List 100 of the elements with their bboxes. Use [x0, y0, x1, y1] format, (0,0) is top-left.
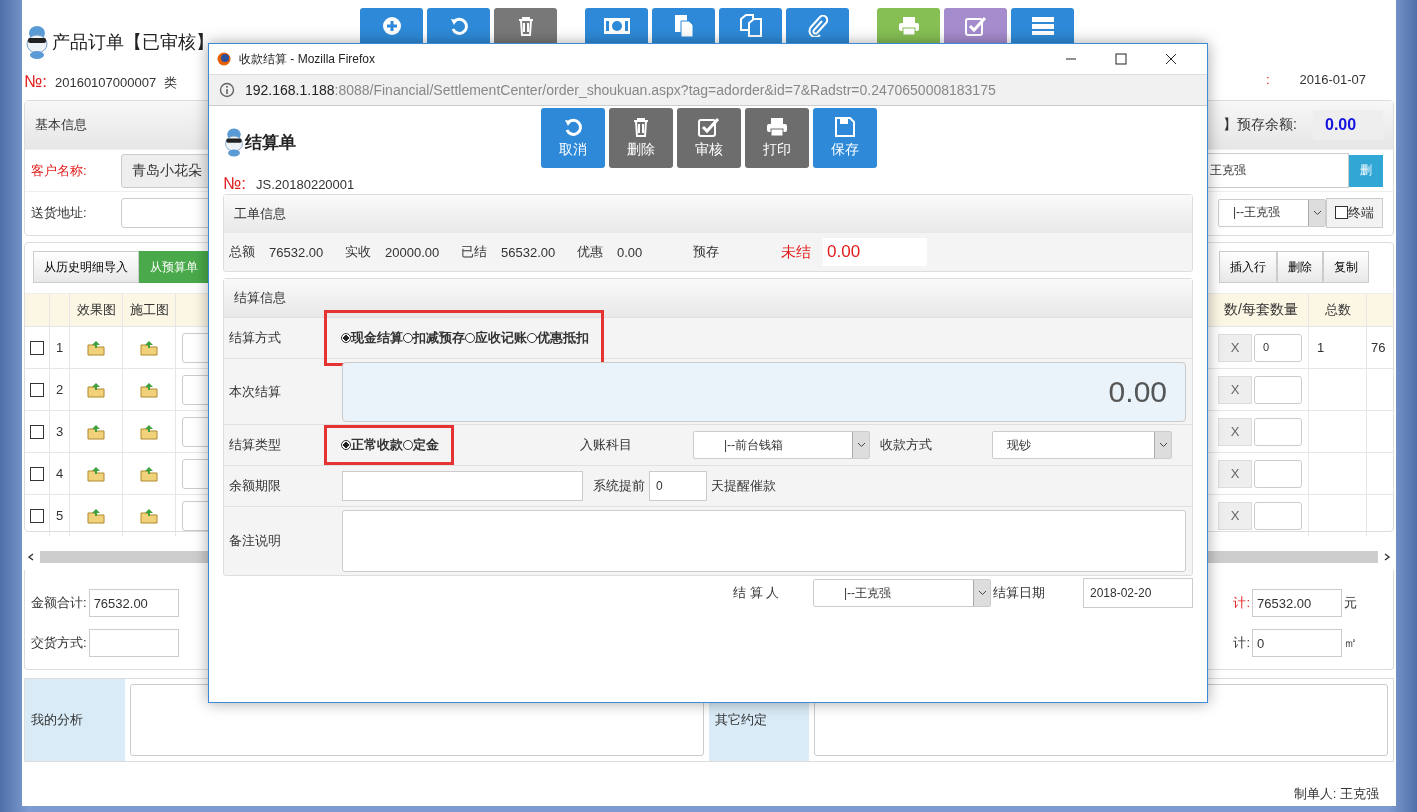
- analysis-label: 我的分析: [25, 679, 125, 761]
- add-button[interactable]: [360, 8, 423, 44]
- settler-select[interactable]: |--王克强: [813, 579, 991, 607]
- copy-button[interactable]: [719, 8, 782, 44]
- method-radio[interactable]: 扣减预存: [403, 329, 465, 347]
- unsettled-value: 0.00: [823, 238, 927, 266]
- quantity-input[interactable]: [1254, 375, 1302, 404]
- print-button[interactable]: 打印: [745, 108, 809, 168]
- method-radio[interactable]: 现金结算: [341, 329, 403, 347]
- upload-folder-icon[interactable]: [87, 339, 105, 356]
- date-label: :: [1265, 72, 1270, 87]
- table-action-button[interactable]: 插入行: [1219, 251, 1277, 283]
- quantity-input[interactable]: [1254, 417, 1302, 446]
- salesman-select[interactable]: |--王克强: [1218, 198, 1326, 227]
- table-action-button[interactable]: 删除: [1277, 251, 1323, 283]
- total-cell: 1: [1317, 340, 1325, 355]
- account-select[interactable]: |--前台钱箱: [693, 431, 870, 459]
- row-checkbox[interactable]: [30, 424, 44, 439]
- column-header: 数/每套数量: [1224, 301, 1298, 319]
- attach-button[interactable]: [786, 8, 849, 44]
- upload-folder-icon[interactable]: [87, 423, 105, 440]
- upload-folder-icon[interactable]: [140, 339, 158, 356]
- term-field[interactable]: [342, 471, 583, 501]
- order-date: 2016-01-07: [1299, 72, 1366, 87]
- type-radio[interactable]: 定金: [403, 436, 439, 454]
- trash-button[interactable]: 删除: [609, 108, 673, 168]
- clear-button[interactable]: X: [1218, 375, 1252, 404]
- printer-icon: [766, 117, 788, 137]
- summary-value: 20000.00: [385, 244, 441, 260]
- amount-label: 本次结算: [228, 382, 282, 401]
- payment-select[interactable]: 现钞: [992, 431, 1172, 459]
- browser-icon: [217, 52, 231, 66]
- printer-icon: [897, 16, 920, 36]
- chevron-down-icon: [1158, 442, 1168, 448]
- remind-suffix: 天提醒催款: [711, 477, 776, 495]
- amount-field[interactable]: 76532.00: [88, 589, 179, 617]
- window-title: 收款结算 - Mozilla Firefox: [239, 50, 376, 68]
- upload-folder-icon[interactable]: [87, 507, 105, 524]
- deposit-label: 】预存余额:: [1223, 116, 1297, 134]
- save-icon: [835, 117, 855, 137]
- column-header: 总数: [1309, 294, 1367, 326]
- settler-label: 结 算 人: [733, 584, 781, 602]
- total-field[interactable]: 76532.00: [1252, 589, 1342, 617]
- panel-title: 基本信息: [35, 116, 87, 134]
- chevron-down-icon: [977, 590, 987, 596]
- column-header: 施工图: [123, 294, 176, 326]
- approve-button[interactable]: [944, 8, 1007, 44]
- quantity-input[interactable]: [1254, 459, 1302, 488]
- mascot-icon: [24, 24, 50, 60]
- unsettled-label: 未结: [781, 242, 811, 262]
- delivery-field[interactable]: [88, 629, 179, 657]
- table-action-button[interactable]: 复制: [1323, 251, 1369, 283]
- account-label: 入账科目: [580, 436, 633, 454]
- row-number: 3: [56, 424, 64, 439]
- import-button[interactable]: 从历史明细导入: [33, 251, 139, 283]
- save-button[interactable]: 保存: [813, 108, 877, 168]
- maximize-icon[interactable]: [1115, 53, 1127, 65]
- undo-button[interactable]: [427, 8, 490, 44]
- amount-field[interactable]: 0.00: [342, 361, 1186, 422]
- type-radio[interactable]: 正常收款: [341, 436, 403, 454]
- trash-icon: [516, 16, 535, 36]
- scroll-left-icon[interactable]: [28, 553, 34, 561]
- clear-button[interactable]: X: [1218, 333, 1252, 362]
- money-button[interactable]: [585, 8, 648, 44]
- row-checkbox[interactable]: [30, 382, 44, 397]
- settle-date-field[interactable]: 2018-02-20: [1083, 578, 1193, 608]
- close-icon[interactable]: [1165, 53, 1177, 65]
- upload-folder-icon[interactable]: [140, 423, 158, 440]
- row-checkbox[interactable]: [30, 508, 44, 523]
- address-bar[interactable]: 192.168.1.188:8088/Financial/SettlementCenter/order_shoukuan.aspx?tag=adorder&id=7&Radstr=0.2470650008183175: [209, 74, 1207, 106]
- row-number: 5: [56, 508, 64, 523]
- row-checkbox[interactable]: [30, 340, 44, 355]
- number-label: №:: [24, 72, 47, 92]
- remind-days-field[interactable]: 0: [649, 471, 707, 501]
- upload-folder-icon[interactable]: [140, 507, 158, 524]
- document-button[interactable]: [652, 8, 715, 44]
- trash-button[interactable]: [494, 8, 557, 44]
- customer-label: 客户名称:: [30, 161, 88, 180]
- clear-button[interactable]: X: [1218, 417, 1252, 446]
- list-button[interactable]: [1011, 8, 1074, 44]
- scroll-right-icon[interactable]: [1384, 553, 1390, 561]
- clear-button[interactable]: X: [1218, 459, 1252, 488]
- terminal-checkbox[interactable]: 终端: [1326, 197, 1383, 228]
- quantity-input[interactable]: 0: [1254, 333, 1302, 362]
- undo-button[interactable]: 取消: [541, 108, 605, 168]
- area-field[interactable]: 0: [1252, 629, 1342, 657]
- order-number: 20160107000007: [54, 75, 157, 90]
- upload-folder-icon[interactable]: [87, 465, 105, 482]
- clear-button[interactable]: X: [1218, 501, 1252, 530]
- upload-folder-icon[interactable]: [87, 381, 105, 398]
- payment-label: 收款方式: [880, 436, 933, 454]
- print-button[interactable]: [877, 8, 940, 44]
- method-radio[interactable]: 应收记账: [465, 329, 527, 347]
- approve-button[interactable]: 审核: [677, 108, 741, 168]
- trash-icon: [632, 117, 650, 137]
- quantity-input[interactable]: [1254, 501, 1302, 530]
- upload-folder-icon[interactable]: [140, 381, 158, 398]
- row-checkbox[interactable]: [30, 466, 44, 481]
- method-radio[interactable]: 优惠抵扣: [527, 329, 589, 347]
- upload-folder-icon[interactable]: [140, 465, 158, 482]
